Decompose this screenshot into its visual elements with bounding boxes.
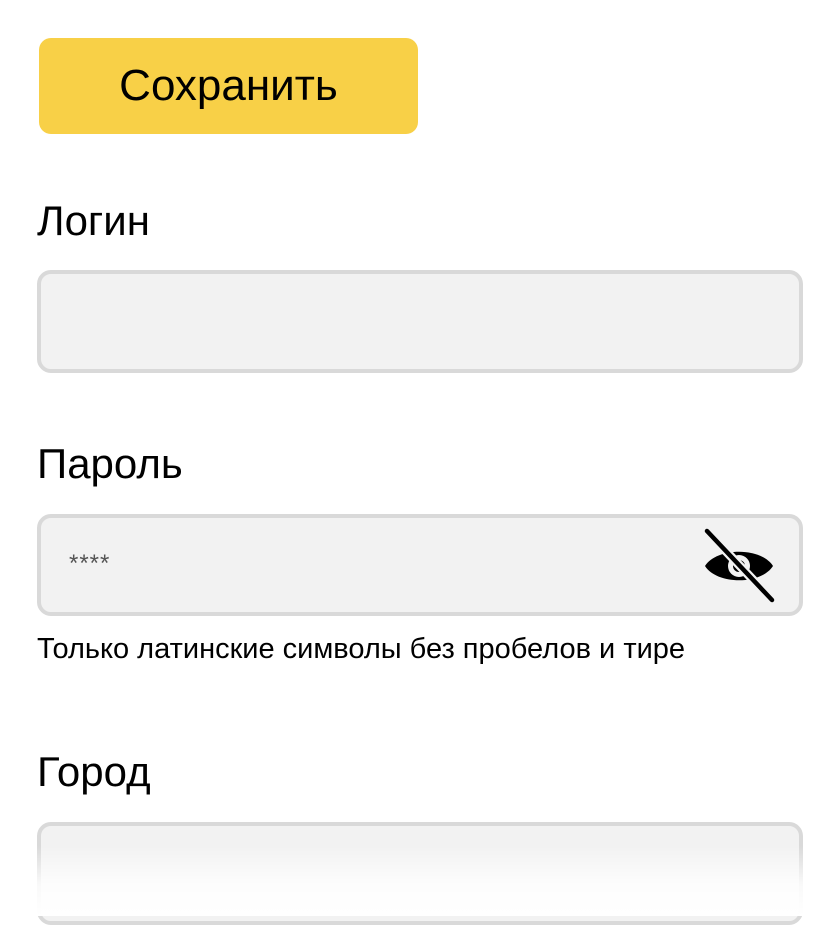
password-label: Пароль [37, 440, 183, 487]
password-masked-value[interactable]: **** [69, 550, 110, 578]
eye-slash-icon[interactable] [701, 528, 777, 604]
login-input[interactable] [41, 274, 799, 369]
city-label: Город [37, 748, 151, 795]
city-field-container[interactable] [37, 822, 803, 925]
password-hint: Только латинские символы без пробелов и … [37, 633, 686, 665]
city-input[interactable] [41, 826, 799, 921]
login-field-container[interactable] [37, 270, 803, 373]
save-button[interactable]: Сохранить [39, 38, 418, 134]
password-field[interactable]: **** [37, 514, 803, 616]
login-label: Логин [37, 197, 150, 244]
